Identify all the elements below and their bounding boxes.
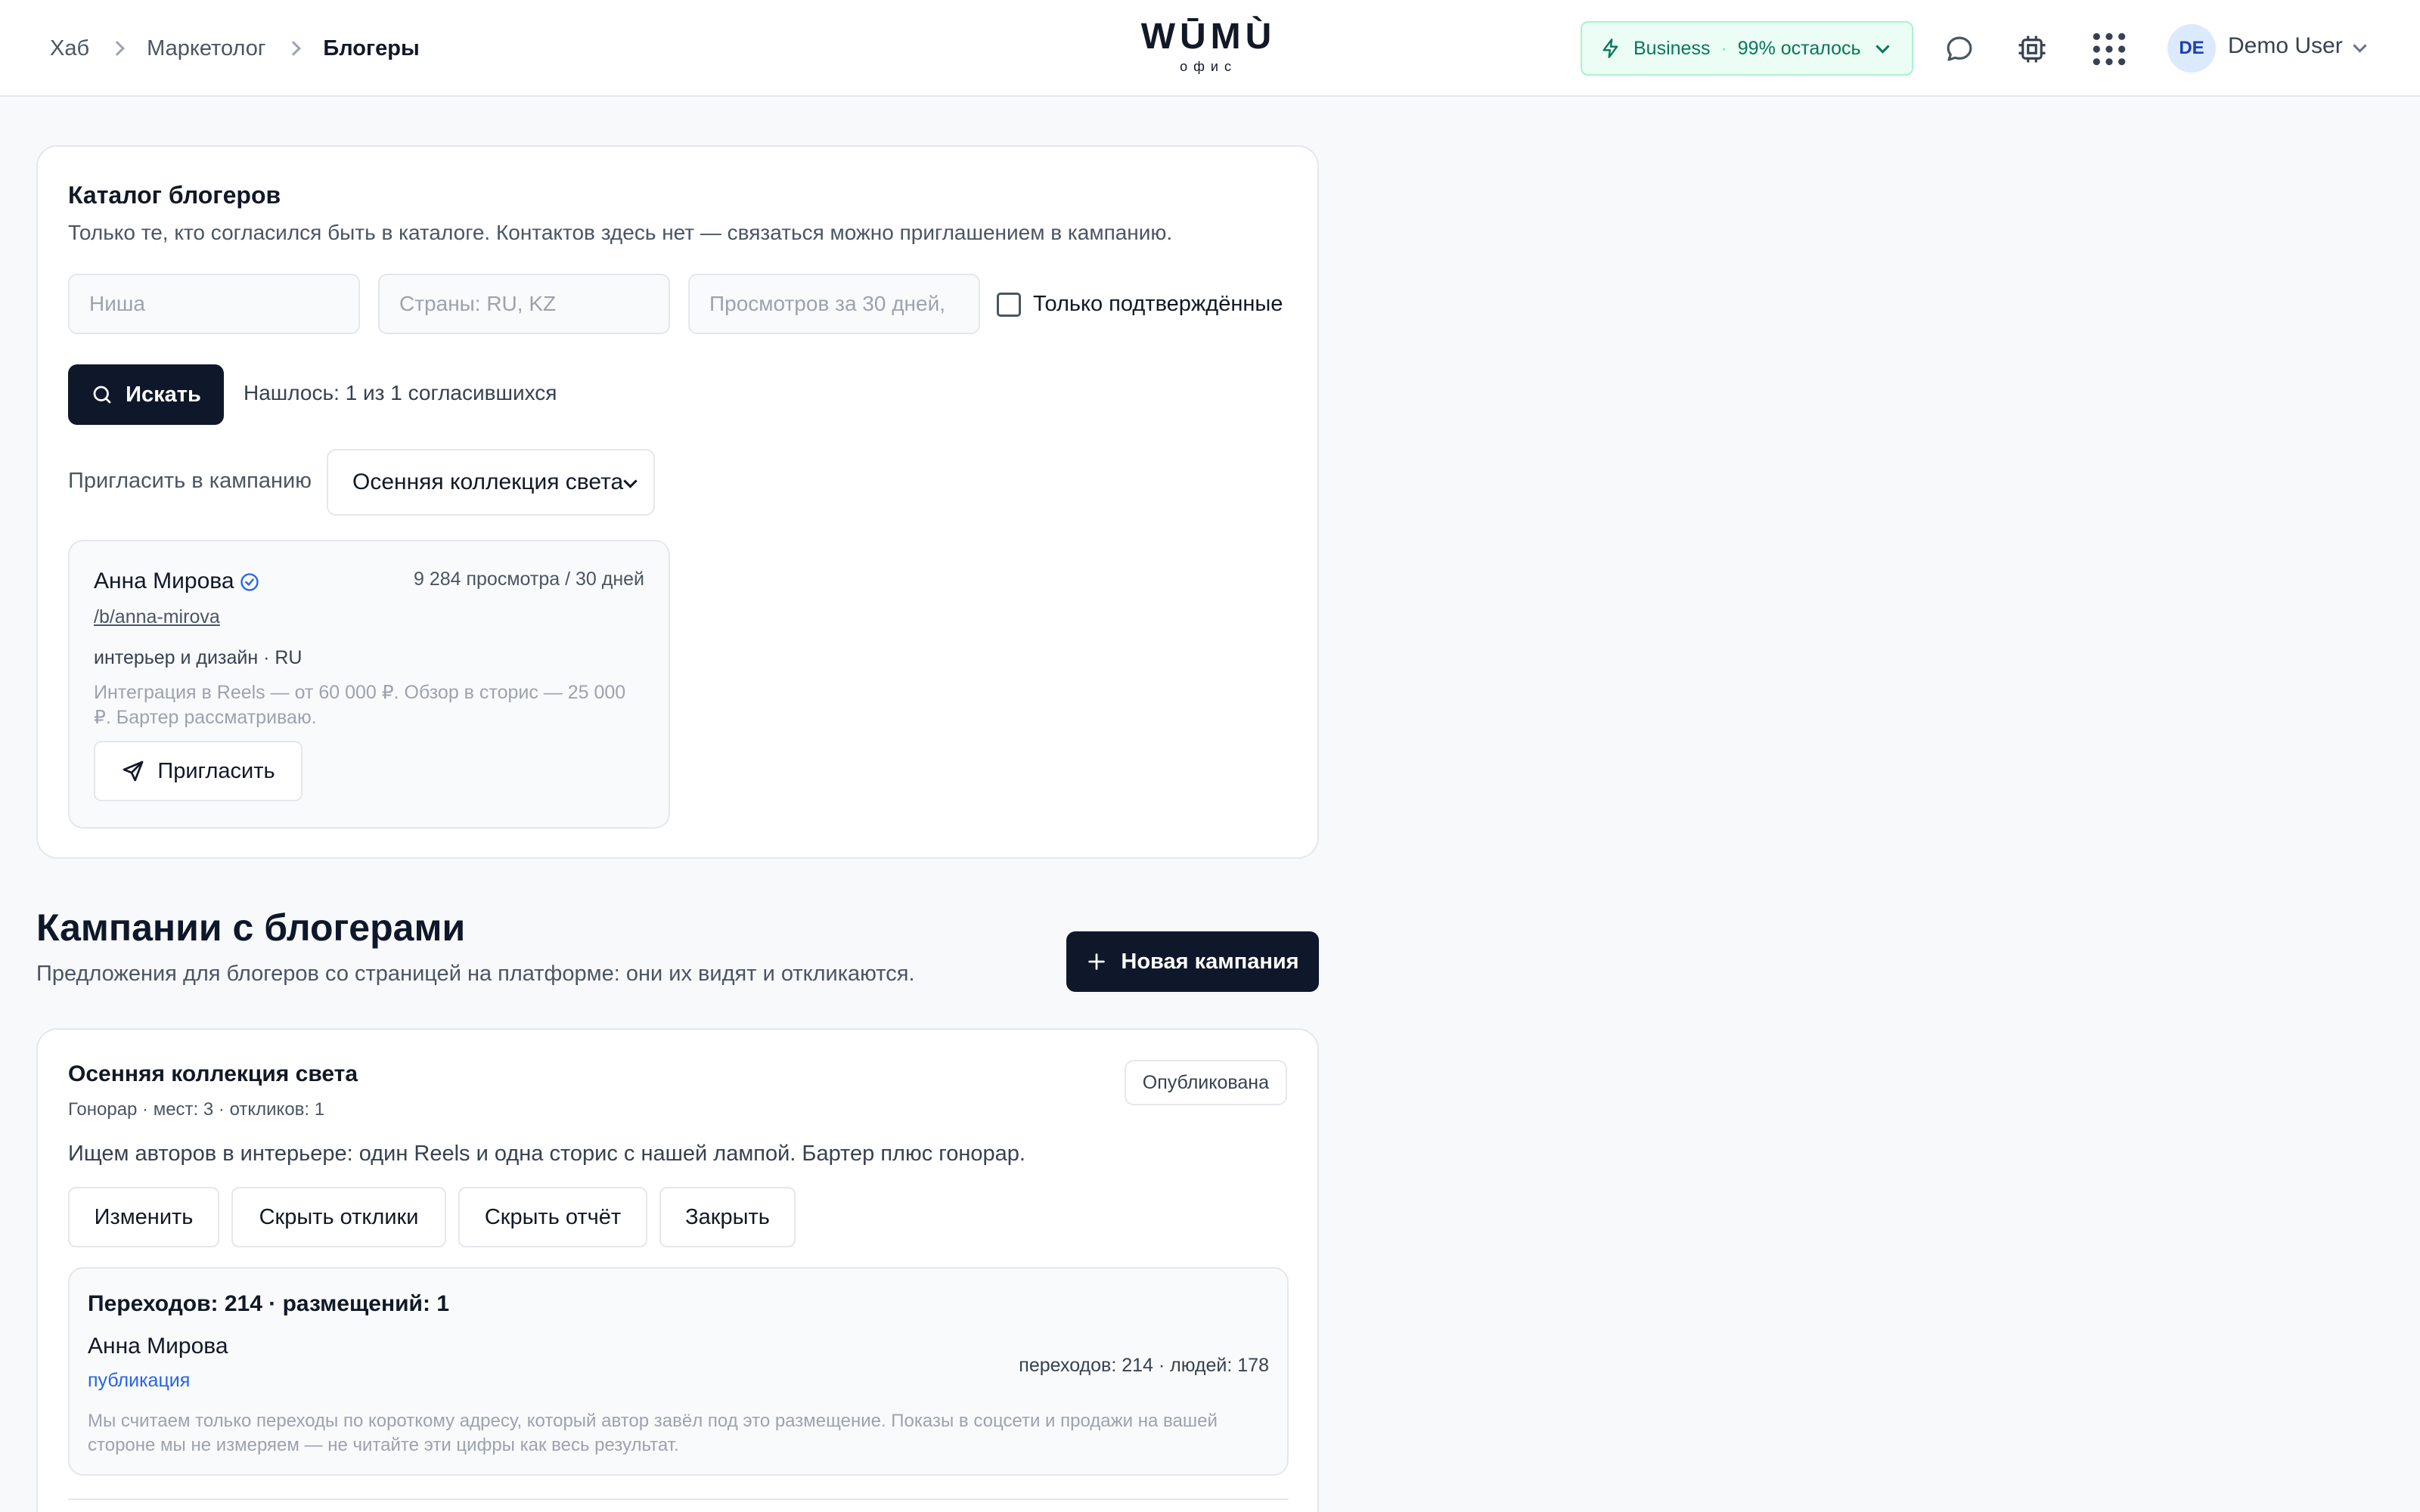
verified-only-checkbox[interactable] (997, 292, 1021, 317)
blogger-views: 9 284 просмотра / 30 дней (413, 569, 644, 590)
blogger-card: Анна Мирова 9 284 просмотра / 30 дней /b… (68, 540, 670, 829)
invite-to-campaign-label: Пригласить в кампанию (68, 469, 312, 493)
chevron-right-icon (110, 41, 125, 56)
send-icon (123, 761, 144, 782)
separator-dot: · (1720, 37, 1727, 59)
breadcrumb-bloggers: Блогеры (323, 36, 420, 60)
search-icon (93, 386, 111, 404)
top-bar: Хаб Маркетолог Блогеры WŪMÙ офис Busines… (0, 0, 2420, 97)
search-button[interactable]: Искать (68, 364, 224, 425)
plus-icon (1088, 953, 1106, 970)
report-summary: Переходов: 214 · размещений: 1 (88, 1291, 450, 1316)
report-blogger-numbers: переходов: 214 · людей: 178 (1019, 1355, 1269, 1376)
lightning-icon (1602, 39, 1618, 58)
breadcrumb-marketer[interactable]: Маркетолог (147, 36, 265, 61)
campaign-meta: Гонорар · мест: 3 · откликов: 1 (68, 1099, 325, 1120)
apps-grid-icon[interactable] (2090, 30, 2128, 68)
logo-mark: WŪMÙ (1140, 17, 1277, 57)
catalog-title: Каталог блогеров (68, 181, 281, 209)
campaign-select-value: Осенняя коллекция света (352, 469, 624, 494)
blogger-tags: интерьер и дизайн · RU (94, 647, 302, 668)
plan-name: Business (1634, 37, 1711, 59)
chevron-down-icon (1875, 39, 1890, 54)
campaign-select[interactable]: Осенняя коллекция света (327, 449, 655, 516)
campaigns-subtitle: Предложения для блогеров со страницей на… (36, 962, 915, 986)
blogger-pricing-note: Интеграция в Reels — от 60 000 ₽. Обзор … (94, 682, 626, 728)
status-badge: Опубликована (1124, 1060, 1287, 1105)
blogger-catalog-card: Каталог блогеров Только те, кто согласил… (36, 145, 1319, 859)
countries-input[interactable] (378, 274, 670, 334)
verified-check-icon (240, 573, 259, 591)
blogger-profile-link[interactable]: /b/anna-mirova (94, 606, 220, 628)
logo[interactable]: WŪMÙ офис (1134, 17, 1283, 75)
plan-badge[interactable]: Business · 99% осталось (1581, 21, 1913, 76)
publication-link[interactable]: публикация (88, 1370, 190, 1392)
plan-remaining: 99% осталось (1737, 37, 1861, 59)
campaigns-title: Кампании с блогерами (36, 906, 466, 949)
niche-input[interactable] (68, 274, 360, 334)
invite-button[interactable]: Пригласить (94, 741, 302, 801)
chip-icon[interactable] (2016, 33, 2048, 65)
campaign-title: Осенняя коллекция света (68, 1061, 358, 1086)
campaign-report: Переходов: 214 · размещений: 1 Анна Миро… (68, 1267, 1289, 1476)
catalog-subtitle: Только те, кто согласился быть в каталог… (68, 221, 1173, 244)
close-campaign-button[interactable]: Закрыть (659, 1187, 796, 1247)
verified-only-toggle[interactable]: Только подтверждённые (997, 292, 1283, 317)
user-name[interactable]: Demo User (2228, 33, 2343, 59)
campaign-card: Осенняя коллекция света Гонорар · мест: … (36, 1028, 1319, 1512)
chevron-down-icon[interactable] (2353, 39, 2367, 53)
avatar[interactable]: DE (2167, 24, 2216, 73)
breadcrumb: Хаб Маркетолог Блогеры (50, 30, 420, 67)
chevron-down-icon (623, 474, 638, 488)
logo-subtitle: офис (1180, 59, 1237, 74)
verified-only-label: Только подтверждённые (1033, 292, 1283, 316)
new-campaign-label: Новая кампания (1121, 949, 1299, 974)
search-button-label: Искать (126, 382, 201, 407)
found-count: Нашлось: 1 из 1 согласившихся (244, 381, 557, 404)
divider (68, 1498, 1289, 1500)
hide-report-button[interactable]: Скрыть отчёт (458, 1187, 647, 1247)
chevron-right-icon (286, 41, 302, 56)
edit-button[interactable]: Изменить (68, 1187, 219, 1247)
views-input[interactable] (688, 274, 980, 334)
invite-button-label: Пригласить (157, 758, 275, 783)
new-campaign-button[interactable]: Новая кампания (1066, 931, 1319, 992)
breadcrumb-hub[interactable]: Хаб (50, 36, 89, 61)
report-disclaimer: Мы считаем только переходы по короткому … (88, 1411, 1218, 1455)
report-blogger-name: Анна Мирова (88, 1334, 228, 1359)
hide-responses-button[interactable]: Скрыть отклики (231, 1187, 446, 1247)
chat-icon[interactable] (1944, 33, 1975, 65)
blogger-name: Анна Мирова (94, 569, 234, 593)
campaign-description: Ищем авторов в интерьере: один Reels и о… (68, 1142, 1025, 1166)
